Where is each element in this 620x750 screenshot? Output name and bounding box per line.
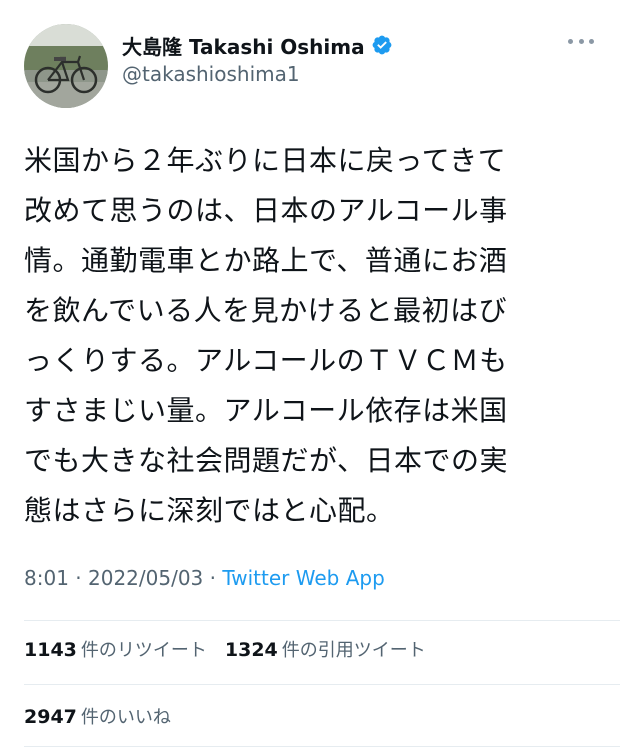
likes-stat[interactable]: 2947 件のいいね [24,703,171,729]
author-handle[interactable]: @takashioshima1 [122,62,393,86]
quotes-count: 1324 [224,639,278,661]
dot [589,38,594,44]
tweet-text: 米国から２年ぶりに日本に戻ってきて 改めて思うのは、日本のアルコール事 情。通勤… [24,144,508,527]
dot [578,38,584,44]
retweets-count: 1143 [24,639,77,661]
meta-separator: · [203,566,223,590]
divider [24,620,620,621]
avatar-bicycle-photo [24,24,108,108]
display-name[interactable]: 大島隆 Takashi Oshima [122,31,365,60]
tweet-date[interactable]: 2022/05/03 [88,566,203,590]
tweet-metadata: 8:01 · 2022/05/03 · Twitter Web App [24,566,385,590]
tweet-header: 大島隆 Takashi Oshima @takashioshima1 [24,20,596,108]
tweet-source-link[interactable]: Twitter Web App [222,566,384,590]
likes-stats-row: 2947 件のいいね [24,703,171,729]
author-info: 大島隆 Takashi Oshima @takashioshima1 [122,30,393,86]
tweet-detail: 大島隆 Takashi Oshima @takashioshima1 米国から２… [0,0,620,750]
likes-label: 件のいいね [80,707,171,728]
more-options-icon[interactable] [568,36,594,46]
meta-separator: · [68,566,88,590]
engagement-stats-row: 1143 件のリツイート 1324 件の引用ツイート [24,636,426,662]
verified-badge-icon [371,34,393,56]
quotes-label: 件の引用ツイート [281,640,426,661]
divider [24,684,620,685]
dot [568,38,573,44]
tweet-time[interactable]: 8:01 [24,566,69,590]
retweets-stat[interactable]: 1143 件のリツイート [24,636,207,662]
likes-count: 2947 [24,706,77,728]
display-name-row: 大島隆 Takashi Oshima [122,30,393,60]
avatar[interactable] [24,24,108,108]
retweets-label: 件のリツイート [80,640,207,661]
quotes-stat[interactable]: 1324 件の引用ツイート [225,636,426,662]
divider [24,746,620,747]
